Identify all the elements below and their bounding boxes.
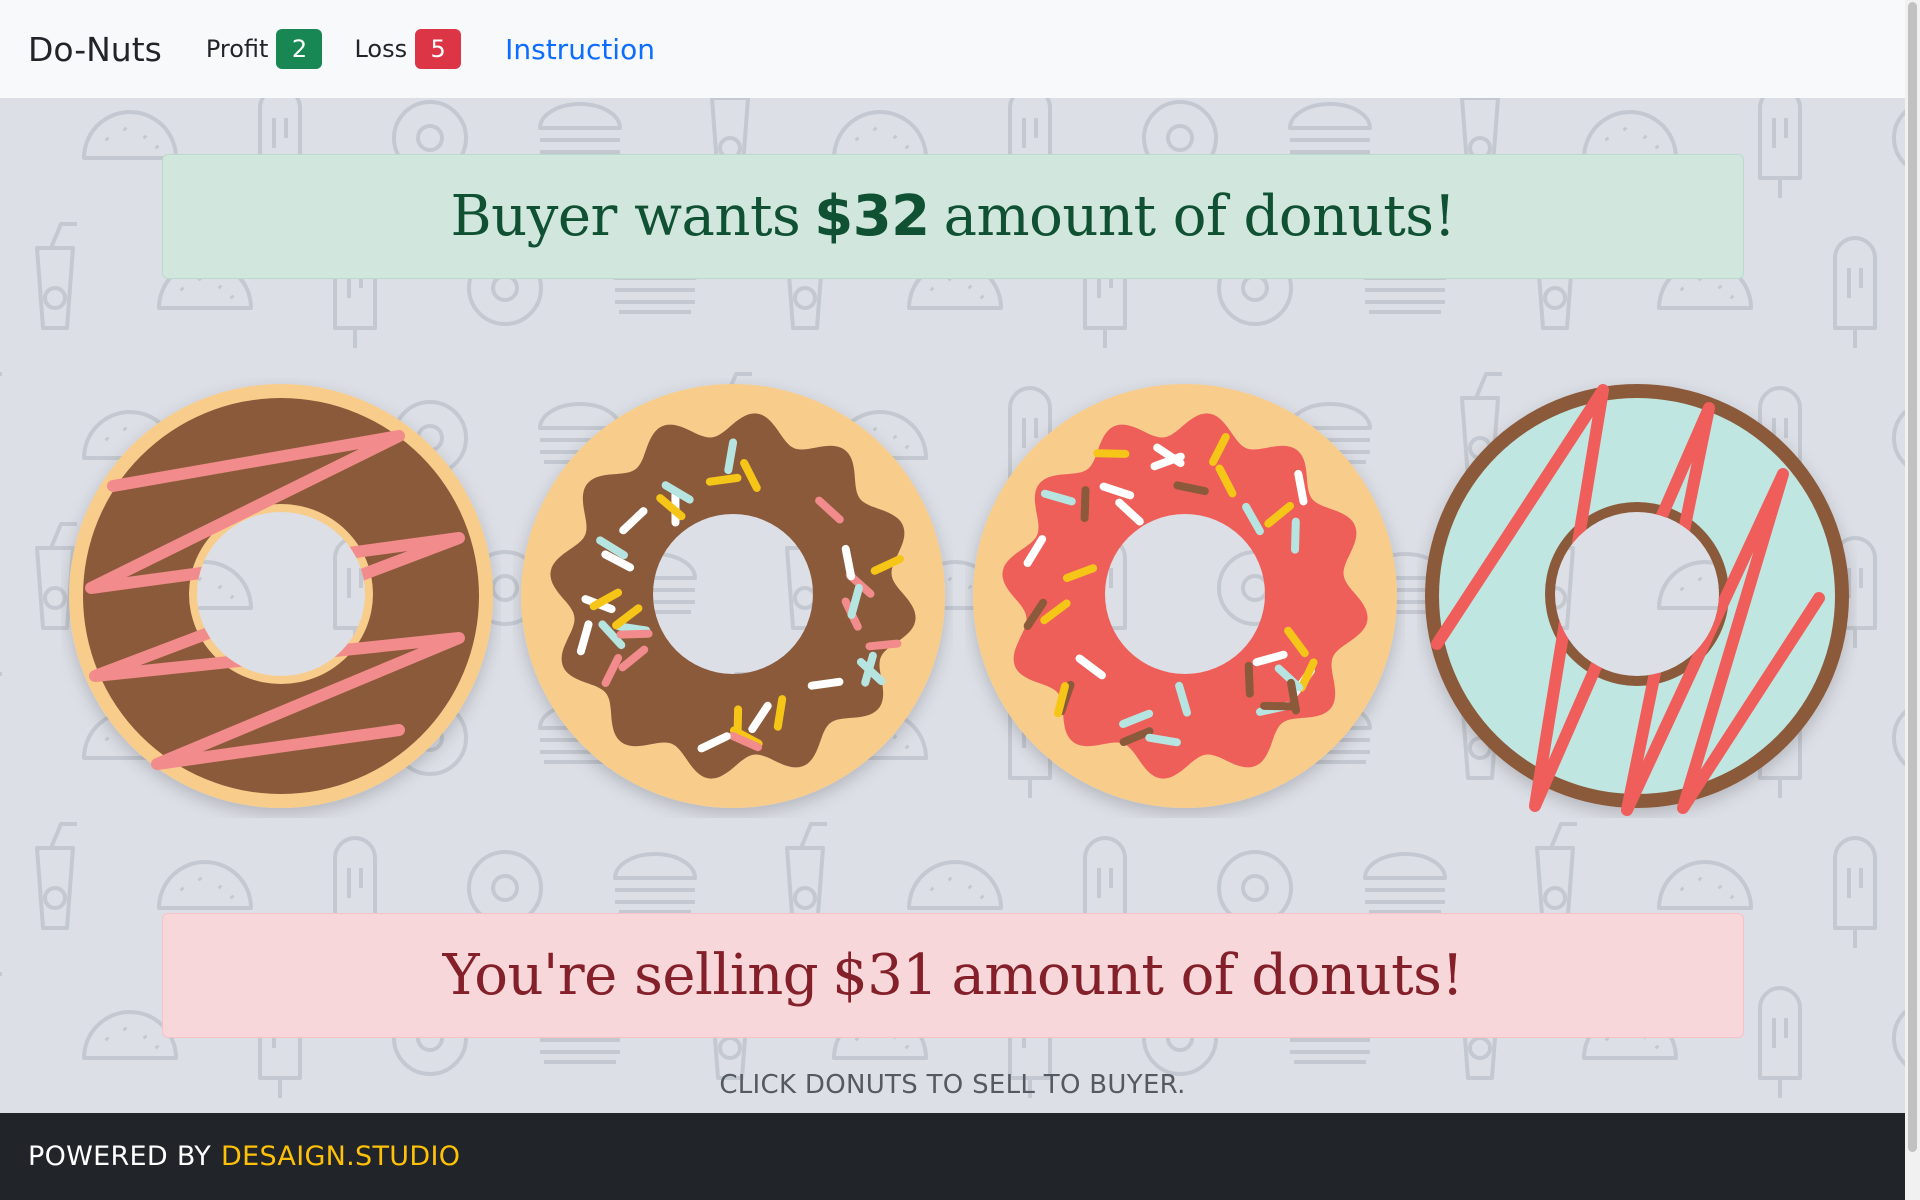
food-pattern-icon (1758, 98, 1802, 198)
food-pattern-icon (907, 860, 1003, 910)
sprinkle (865, 639, 902, 651)
seller-prefix: You're selling (442, 943, 819, 1008)
buyer-request-alert: Buyer wants $32 amount of donuts! (162, 154, 1744, 279)
food-pattern-icon (0, 372, 2, 398)
sprinkle (1260, 701, 1297, 711)
sprinkle (1291, 517, 1300, 554)
food-pattern-icon (1657, 860, 1753, 910)
donut-chocolate-zigzag-icon (69, 384, 493, 808)
profit-badge: 2 (276, 29, 323, 69)
sprinkle (1173, 481, 1209, 496)
sprinkle (807, 677, 844, 690)
buyer-amount: $32 (814, 184, 930, 249)
donut-strawberry-sprinkles[interactable] (965, 378, 1405, 818)
buyer-suffix: amount of donuts! (943, 184, 1456, 249)
footer-studio-link[interactable]: DESAIGN.STUDIO (221, 1141, 460, 1172)
buyer-prefix: Buyer wants (450, 184, 801, 249)
sprinkle (773, 695, 787, 731)
navbar: Do-Nuts Profit 2 Loss 5 Instruction (0, 0, 1905, 98)
food-pattern-icon (613, 852, 697, 914)
sprinkle (1294, 469, 1308, 506)
food-pattern-icon (1892, 409, 1905, 467)
instruction-link[interactable]: Instruction (505, 33, 655, 66)
scrollbar-thumb[interactable] (1908, 2, 1917, 1152)
sprinkle (705, 473, 742, 486)
food-pattern-icon (1892, 109, 1905, 167)
instruction-hint: CLICK DONUTS TO SELL TO BUYER. (719, 1070, 1186, 1100)
sprinkle (614, 622, 651, 635)
brand-title[interactable]: Do-Nuts (28, 30, 162, 69)
sprinkle (1244, 661, 1254, 698)
food-pattern-icon (82, 110, 178, 160)
food-pattern-icon (1833, 836, 1877, 948)
donut-chocolate-sprinkles[interactable] (513, 378, 953, 818)
food-pattern-icon (0, 672, 2, 698)
donut-mint-zigzag-icon (1425, 384, 1849, 816)
sprinkle (1080, 486, 1090, 523)
sprinkle (1145, 733, 1181, 747)
food-pattern-icon (1892, 1009, 1905, 1067)
food-pattern-icon (0, 972, 2, 998)
food-pattern-icon (1582, 110, 1678, 160)
sprinkle (724, 438, 738, 475)
food-pattern-icon (157, 860, 253, 910)
food-pattern-icon (832, 110, 928, 160)
profit-stat: Profit 2 (206, 29, 323, 69)
seller-amount: $31 (832, 943, 938, 1008)
donut-mint-zigzag[interactable] (1417, 378, 1857, 818)
sprinkle (616, 629, 653, 639)
sprinkle (841, 544, 856, 581)
donut-chocolate-zigzag[interactable] (61, 378, 501, 818)
seller-total-alert: You're selling $31 amount of donuts! (162, 913, 1744, 1038)
food-pattern-icon (1833, 236, 1877, 348)
footer: POWERED BY DESAIGN.STUDIO (0, 1113, 1905, 1200)
loss-stat: Loss 5 (354, 29, 462, 69)
donut-chocolate-sprinkles-icon (521, 384, 945, 808)
food-pattern-icon (0, 98, 2, 178)
seller-suffix: amount of donuts! (951, 943, 1464, 1008)
loss-badge: 5 (415, 29, 462, 69)
food-pattern-icon (35, 222, 77, 330)
food-pattern-icon (1892, 709, 1905, 767)
sprinkle (1093, 449, 1130, 458)
footer-prefix: POWERED BY (28, 1141, 212, 1172)
food-pattern-icon (35, 822, 77, 930)
profit-label: Profit (205, 35, 269, 63)
loss-label: Loss (354, 35, 408, 63)
donut-strawberry-sprinkles-icon (973, 384, 1397, 808)
page-scrollbar[interactable] (1905, 0, 1920, 1200)
food-pattern-icon (1363, 852, 1447, 914)
